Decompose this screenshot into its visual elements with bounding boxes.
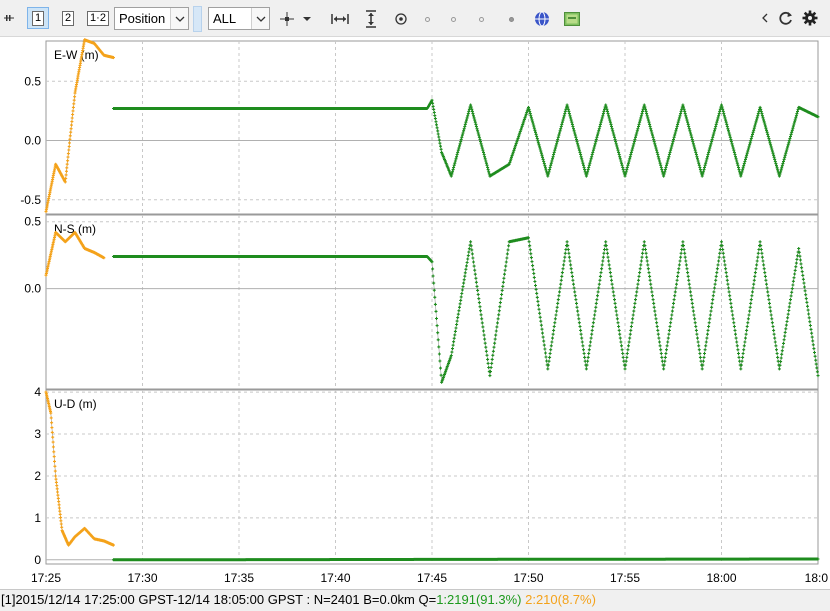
plot-panel-1-button[interactable]: 1 — [27, 7, 49, 29]
show-map-button[interactable] — [532, 9, 552, 29]
fit-horizontal-button[interactable] — [330, 9, 350, 29]
caret-down-icon — [303, 17, 311, 21]
panel-12-icon: 1·2 — [87, 10, 109, 26]
y-tick-label: 1 — [34, 511, 41, 525]
plot-panel-12-button[interactable]: 1·2 — [85, 7, 111, 29]
marker-style-dropdown[interactable] — [301, 12, 313, 26]
status-summary: [1]2015/12/14 17:25:00 GPST-12/14 18:05:… — [1, 592, 437, 607]
gear-icon — [802, 10, 818, 26]
x-tick-label: 17:50 — [513, 571, 543, 585]
marker-style-button[interactable] — [276, 9, 298, 29]
plot-mode-value: Position — [119, 11, 166, 26]
fit-vertical-button[interactable] — [361, 9, 381, 29]
fit-vertical-icon — [366, 10, 376, 28]
position-plot-area[interactable]: 0.50.0-0.5E-W (m)0.50.0N-S (m)43210U-D (… — [0, 37, 830, 589]
toggle-option-2[interactable] — [446, 12, 460, 26]
y-tick-label: 0.0 — [24, 134, 41, 148]
y-tick-label: 4 — [34, 385, 41, 399]
chevron-left-icon — [762, 13, 768, 23]
target-icon — [395, 13, 407, 25]
filled-circle-icon — [508, 16, 514, 22]
plot-panel-2-button[interactable]: 2 — [57, 7, 79, 29]
chevron-down-icon — [251, 8, 269, 29]
y-tick-label: 3 — [34, 427, 41, 441]
panel-2-icon: 2 — [61, 10, 75, 26]
x-tick-label: 17:30 — [127, 571, 157, 585]
status-bar: [1]2015/12/14 17:25:00 GPST-12/14 18:05:… — [0, 589, 830, 611]
refresh-icon — [779, 11, 792, 25]
toggle-option-4[interactable] — [504, 12, 518, 26]
status-quality-1: 1:2191(91.3%) — [436, 592, 522, 607]
y-tick-label: 2 — [34, 469, 41, 483]
image-icon — [564, 12, 580, 26]
quality-filter-value: ALL — [213, 11, 237, 26]
y-tick-label: -0.5 — [20, 193, 41, 207]
y-tick-label: 0.5 — [24, 215, 41, 229]
reload-button[interactable] — [777, 9, 795, 27]
plot-mode-select[interactable]: Position — [114, 7, 189, 30]
toolbar-grip[interactable] — [2, 10, 16, 26]
toolbar-separator — [193, 6, 202, 32]
settings-button[interactable] — [800, 9, 820, 27]
axis-title: U-D (m) — [54, 397, 97, 411]
y-tick-label: 0 — [34, 553, 41, 567]
axis-title: E-W (m) — [54, 48, 99, 62]
show-image-button[interactable] — [562, 9, 582, 29]
crosshair-marker-icon — [280, 12, 294, 26]
circle-icon — [450, 16, 456, 22]
circle-icon — [424, 16, 430, 22]
x-tick-label: 18:0 — [805, 571, 829, 585]
circle-icon — [478, 16, 484, 22]
x-tick-label: 17:25 — [31, 571, 61, 585]
toolbar: 1 2 1·2 Position ALL — [0, 0, 830, 37]
y-tick-label: 0.0 — [24, 282, 41, 296]
quality-filter-select[interactable]: ALL — [208, 7, 270, 30]
x-tick-label: 17:40 — [320, 571, 350, 585]
x-tick-label: 17:35 — [224, 571, 254, 585]
x-tick-label: 17:55 — [610, 571, 640, 585]
grip-icon — [4, 15, 14, 21]
center-origin-button[interactable] — [391, 9, 411, 29]
toggle-option-1[interactable] — [420, 12, 434, 26]
toggle-option-3[interactable] — [474, 12, 488, 26]
collapse-button[interactable] — [759, 10, 771, 26]
chevron-down-icon — [170, 8, 188, 29]
status-quality-2: 2:210(8.7%) — [525, 592, 596, 607]
globe-icon — [535, 11, 549, 27]
panel-1-icon: 1 — [31, 10, 45, 26]
fit-horizontal-icon — [331, 14, 349, 24]
y-tick-label: 0.5 — [24, 74, 41, 88]
x-tick-label: 18:00 — [706, 571, 736, 585]
x-tick-label: 17:45 — [417, 571, 447, 585]
